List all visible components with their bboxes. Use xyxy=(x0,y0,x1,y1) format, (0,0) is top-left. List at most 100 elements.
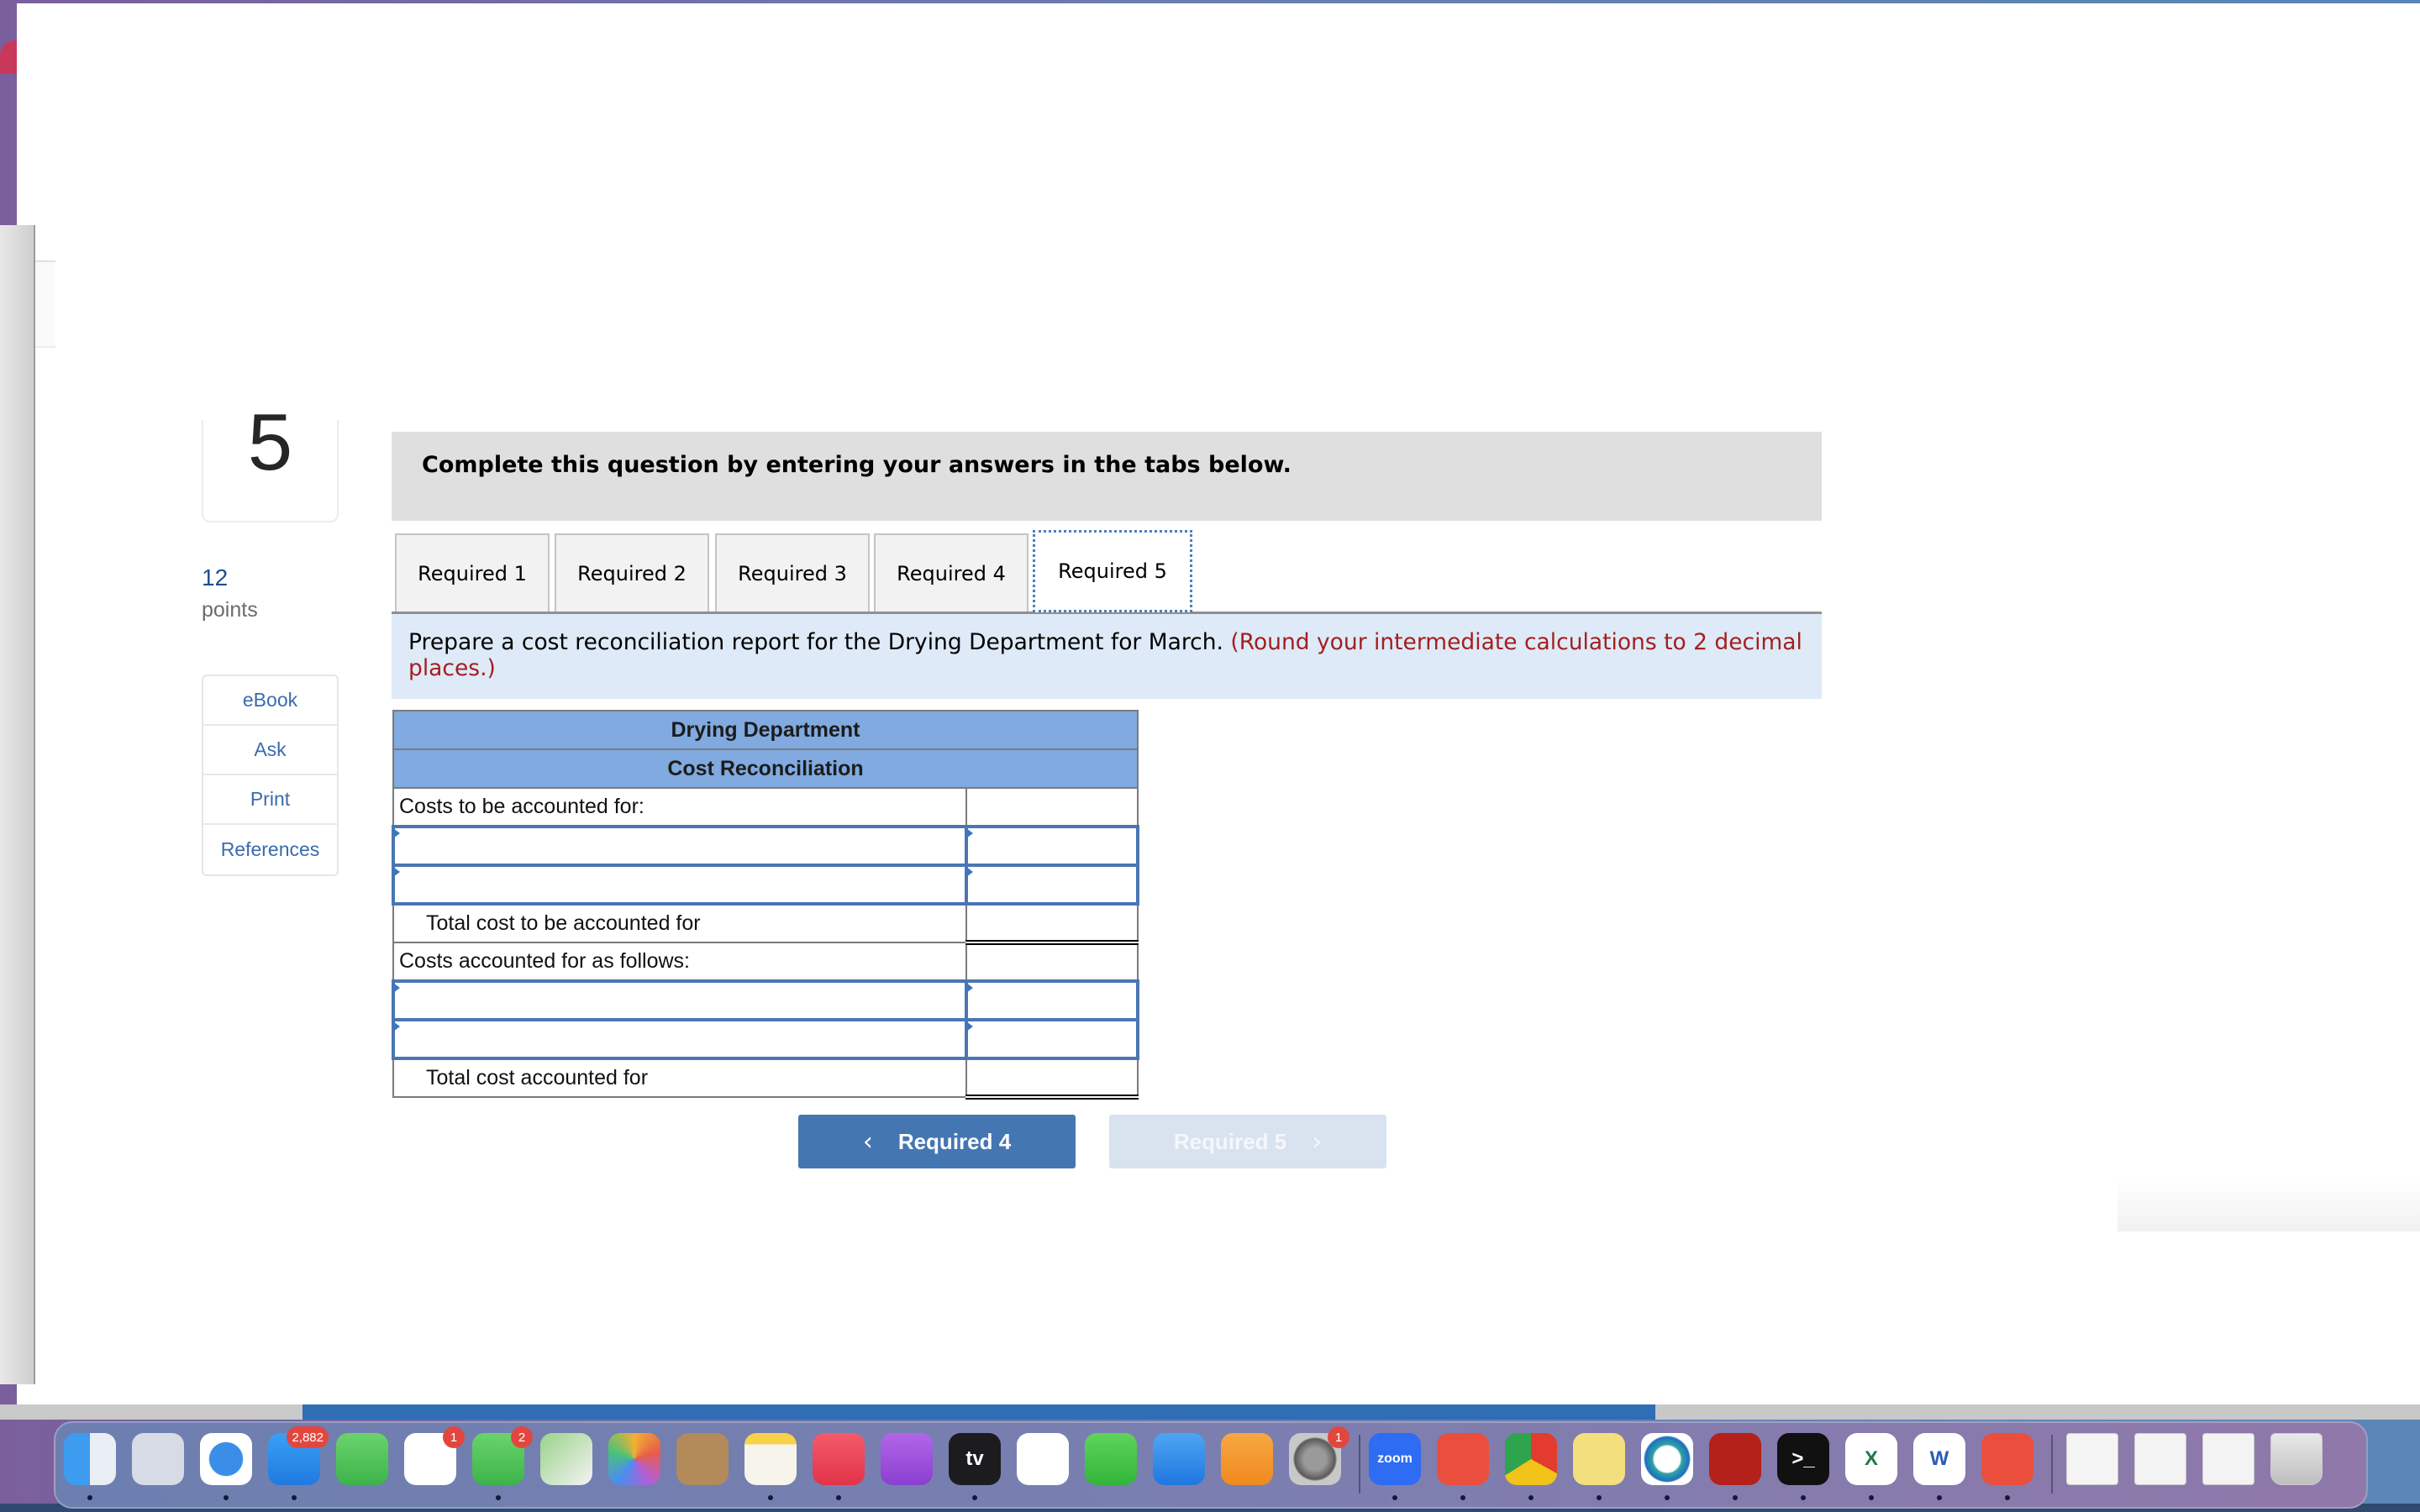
side-links: eBook Ask Print References xyxy=(202,675,339,876)
total-label: Total cost to be accounted for xyxy=(392,903,968,943)
pages-icon[interactable] xyxy=(1221,1433,1273,1485)
ebook-link[interactable]: eBook xyxy=(203,676,337,726)
tab-required-5[interactable]: Required 5 xyxy=(1033,530,1192,612)
cost-item-select[interactable] xyxy=(391,1018,969,1060)
safari-icon[interactable] xyxy=(200,1433,252,1485)
points-label: points xyxy=(202,598,258,622)
trash-icon[interactable] xyxy=(2270,1433,2323,1485)
chevron-right-icon: › xyxy=(1312,1126,1323,1157)
mail-icon[interactable]: 2,882 xyxy=(268,1426,329,1485)
launchpad-icon[interactable] xyxy=(132,1433,184,1485)
dock-icon-label: >_ xyxy=(1791,1447,1815,1470)
anydesk-icon[interactable] xyxy=(1981,1433,2033,1485)
running-indicator xyxy=(292,1495,297,1500)
cost-amount-input[interactable] xyxy=(968,867,1136,902)
table-row: Costs accounted for as follows: xyxy=(392,942,1139,982)
cost-item-input[interactable] xyxy=(400,983,965,1018)
cost-item-select[interactable] xyxy=(391,864,969,906)
dock-separator xyxy=(2051,1435,2053,1494)
contacts-icon[interactable] xyxy=(676,1433,729,1485)
cost-amount-cell[interactable] xyxy=(965,864,1139,906)
background-window xyxy=(0,40,18,74)
table-title-row: Drying Department xyxy=(392,710,1139,750)
notes-icon[interactable] xyxy=(744,1433,797,1485)
anydesk-icon[interactable] xyxy=(1437,1433,1489,1485)
excel-icon[interactable]: X xyxy=(1845,1433,1897,1485)
table-row xyxy=(391,979,1139,1021)
running-indicator xyxy=(1597,1495,1602,1500)
section-value xyxy=(965,942,1139,982)
dropdown-marker-icon xyxy=(393,983,400,993)
cost-amount-cell[interactable] xyxy=(965,1018,1139,1060)
tab-required-1[interactable]: Required 1 xyxy=(395,533,550,612)
total-value xyxy=(965,1058,1139,1100)
word-icon[interactable]: W xyxy=(1913,1433,1965,1485)
stickies-icon[interactable] xyxy=(1573,1433,1625,1485)
tab-required-2[interactable]: Required 2 xyxy=(555,533,709,612)
ask-link[interactable]: Ask xyxy=(203,726,337,775)
podcasts-icon[interactable] xyxy=(881,1433,933,1485)
finder-icon[interactable] xyxy=(64,1433,116,1485)
document-thumbnail-icon[interactable] xyxy=(2066,1433,2118,1485)
zoom-icon[interactable]: zoom xyxy=(1369,1433,1421,1485)
cost-amount-input[interactable] xyxy=(968,828,1136,864)
table-row: Costs to be accounted for: xyxy=(392,787,1139,827)
chevron-left-icon: ‹ xyxy=(862,1126,873,1157)
dock-icon-label: zoom xyxy=(1377,1452,1413,1466)
panel-edge xyxy=(35,260,55,348)
cost-item-select[interactable] xyxy=(391,825,969,867)
maps-icon[interactable] xyxy=(540,1433,592,1485)
running-indicator xyxy=(224,1495,229,1500)
numbers-icon[interactable] xyxy=(1085,1433,1137,1485)
dock-separator xyxy=(1359,1435,1360,1494)
instructions-band: Complete this question by entering your … xyxy=(392,432,1822,521)
running-indicator xyxy=(87,1495,92,1500)
dock: 2,882 1 2 tv 1 zoom >_ X W xyxy=(54,1421,2368,1509)
dropdown-marker-icon xyxy=(966,828,974,838)
cost-item-input[interactable] xyxy=(400,828,965,864)
table-subtitle-row: Cost Reconciliation xyxy=(392,748,1139,789)
tv-icon[interactable]: tv xyxy=(949,1433,1001,1485)
next-required-button[interactable]: Required 5 › xyxy=(1109,1115,1386,1168)
acrobat-icon[interactable] xyxy=(1709,1433,1761,1485)
cost-amount-input[interactable] xyxy=(968,983,1136,1018)
finder-window-icon[interactable] xyxy=(2202,1433,2254,1485)
dropdown-marker-icon xyxy=(966,983,974,993)
keynote-icon[interactable] xyxy=(1153,1433,1205,1485)
tab-bar: Required 1 Required 2 Required 3 Require… xyxy=(392,530,1822,614)
previous-button-label: Required 4 xyxy=(897,1128,1012,1154)
messages-icon[interactable]: 2 xyxy=(472,1426,533,1485)
previous-required-button[interactable]: ‹ Required 4 xyxy=(798,1115,1076,1168)
running-indicator xyxy=(1665,1495,1670,1500)
table-row: Total cost to be accounted for xyxy=(392,903,1139,945)
print-link[interactable]: Print xyxy=(203,775,337,825)
table-row xyxy=(391,864,1139,906)
dropdown-marker-icon xyxy=(393,867,400,877)
system-preferences-icon[interactable]: 1 xyxy=(1289,1426,1349,1485)
points-value: 12 xyxy=(202,564,229,591)
news-icon[interactable] xyxy=(1017,1433,1069,1485)
music-icon[interactable] xyxy=(813,1433,865,1485)
cost-amount-cell[interactable] xyxy=(965,825,1139,867)
tab-required-3[interactable]: Required 3 xyxy=(715,533,870,612)
references-link[interactable]: References xyxy=(203,825,337,874)
chrome-icon[interactable] xyxy=(1505,1433,1557,1485)
photos-icon[interactable] xyxy=(608,1433,660,1485)
finder-window-icon[interactable] xyxy=(2134,1433,2186,1485)
tab-required-4[interactable]: Required 4 xyxy=(874,533,1028,612)
total-value xyxy=(965,903,1139,945)
cost-reconciliation-table: Drying Department Cost Reconciliation Co… xyxy=(391,710,1139,1100)
terminal-icon[interactable]: >_ xyxy=(1777,1433,1829,1485)
cost-amount-input[interactable] xyxy=(968,1021,1136,1057)
cost-item-input[interactable] xyxy=(400,867,965,902)
running-indicator xyxy=(1392,1495,1397,1500)
cost-item-input[interactable] xyxy=(400,1021,965,1057)
table-row xyxy=(391,1018,1139,1060)
notification-badge: 2 xyxy=(511,1426,533,1448)
webex-icon[interactable] xyxy=(1641,1433,1693,1485)
cost-item-select[interactable] xyxy=(391,979,969,1021)
table-subtitle: Cost Reconciliation xyxy=(392,748,1139,789)
facetime-icon[interactable] xyxy=(336,1433,388,1485)
reminders-icon[interactable]: 1 xyxy=(404,1426,465,1485)
cost-amount-cell[interactable] xyxy=(965,979,1139,1021)
